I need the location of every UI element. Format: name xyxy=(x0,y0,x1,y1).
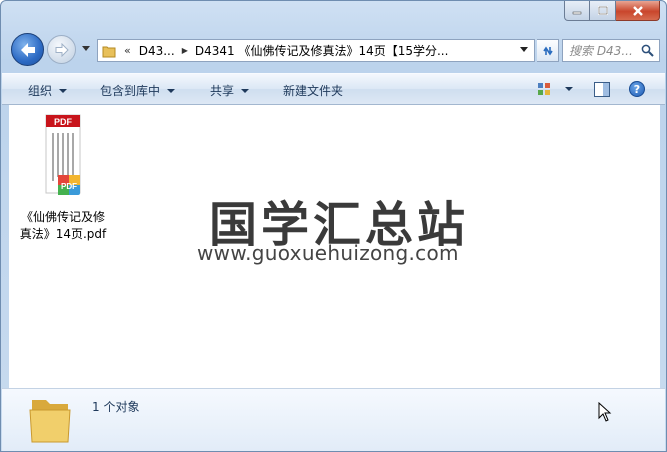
share-menu[interactable]: 共享 xyxy=(210,82,250,99)
file-name-line: 真法》14页.pdf xyxy=(19,227,107,241)
command-bar: 组织 包含到库中 共享 新建文件夹 ? xyxy=(2,73,665,105)
preview-pane-icon[interactable] xyxy=(594,82,610,97)
search-icon xyxy=(641,44,654,57)
recent-pages-dropdown[interactable] xyxy=(81,45,91,53)
address-bar[interactable]: « D43... ▶ D4341 《仙佛传记及修真法》14页【15学分... xyxy=(97,39,535,62)
pdf-corner-label: PDF xyxy=(61,182,77,191)
refresh-button[interactable] xyxy=(537,39,559,62)
breadcrumb-overflow[interactable]: « xyxy=(124,44,131,57)
explorer-window: « D43... ▶ D4341 《仙佛传记及修真法》14页【15学分... 搜… xyxy=(0,0,667,452)
help-icon[interactable]: ? xyxy=(629,81,645,97)
new-folder-button[interactable]: 新建文件夹 xyxy=(283,82,343,99)
search-input[interactable]: 搜索 D43... xyxy=(562,39,660,62)
details-pane: 1 个对象 xyxy=(2,388,665,451)
maximize-button[interactable] xyxy=(590,1,616,21)
minimize-icon xyxy=(572,11,582,14)
share-label: 共享 xyxy=(210,84,235,98)
organize-menu[interactable]: 组织 xyxy=(28,82,68,99)
caption-buttons xyxy=(564,1,660,21)
folder-icon xyxy=(29,400,71,443)
minimize-button[interactable] xyxy=(564,1,590,21)
chevron-down-icon xyxy=(59,88,68,93)
view-grid-icon xyxy=(538,83,550,95)
maximize-icon xyxy=(597,6,608,15)
change-view-button[interactable] xyxy=(537,82,573,96)
navigation-row: « D43... ▶ D4341 《仙佛传记及修真法》14页【15学分... 搜… xyxy=(9,31,660,71)
chevron-down-icon xyxy=(241,88,250,93)
file-list-area[interactable]: PDF PDF 《仙佛传记及修 真法》14页.pdf 国学汇总站 www.guo… xyxy=(9,105,660,388)
chevron-down-icon xyxy=(167,88,176,93)
watermark-url: www.guoxuehuizong.com xyxy=(197,241,459,265)
arrow-left-icon xyxy=(20,42,35,57)
file-item[interactable]: PDF PDF 《仙佛传记及修 真法》14页.pdf xyxy=(11,111,115,243)
pdf-badge-label: PDF xyxy=(54,117,73,127)
file-name: 《仙佛传记及修 真法》14页.pdf xyxy=(11,209,115,243)
mouse-cursor-icon xyxy=(598,402,612,422)
item-count: 1 个对象 xyxy=(92,400,140,414)
address-dropdown[interactable] xyxy=(520,47,528,52)
include-in-library-menu[interactable]: 包含到库中 xyxy=(100,82,176,99)
close-button[interactable] xyxy=(616,1,660,21)
new-folder-label: 新建文件夹 xyxy=(283,84,344,98)
chevron-right-icon[interactable]: ▶ xyxy=(182,46,188,55)
organize-label: 组织 xyxy=(28,84,53,98)
breadcrumb-item[interactable]: D43... xyxy=(139,44,175,58)
file-name-line: 《仙佛传记及修 xyxy=(20,210,105,224)
breadcrumb-item[interactable]: D4341 《仙佛传记及修真法》14页【15学分... xyxy=(195,42,449,59)
forward-button[interactable] xyxy=(47,35,76,64)
search-placeholder: 搜索 D43... xyxy=(569,44,633,58)
refresh-icon xyxy=(542,46,553,55)
close-icon xyxy=(632,5,643,16)
chevron-down-icon xyxy=(565,87,573,91)
include-in-library-label: 包含到库中 xyxy=(100,84,161,98)
back-button[interactable] xyxy=(11,33,44,66)
pdf-file-icon: PDF PDF xyxy=(43,111,83,197)
arrow-right-icon xyxy=(55,42,69,57)
folder-icon xyxy=(98,40,120,61)
